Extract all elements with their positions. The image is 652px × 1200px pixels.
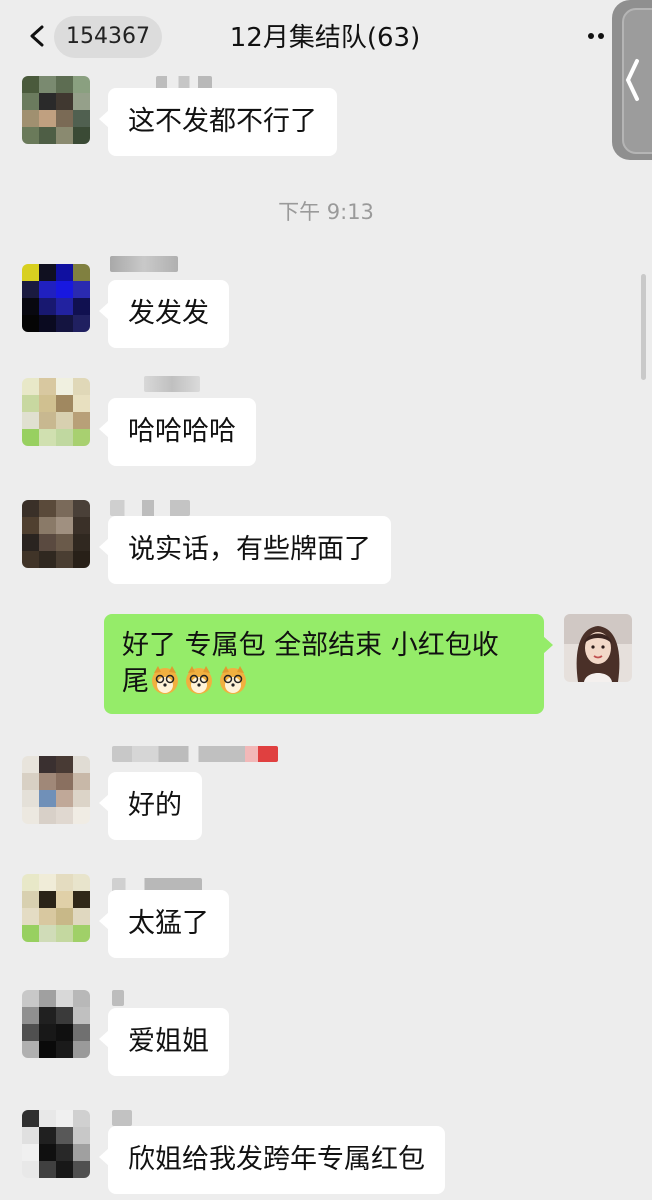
scrollbar[interactable] [641, 274, 646, 380]
message-bubble[interactable]: 发发发 [99, 280, 229, 348]
message-bubble-outgoing[interactable]: 好了 专属包 全部结束 小红包收 尾 [104, 614, 553, 714]
unread-count-badge[interactable]: 154367 [54, 16, 162, 58]
avatar[interactable] [22, 378, 90, 446]
avatar[interactable] [22, 500, 90, 568]
more-options-icon[interactable] [586, 26, 610, 46]
avatar[interactable] [22, 1110, 90, 1178]
sender-name-blurred [110, 500, 190, 516]
sender-name-blurred [112, 1110, 132, 1126]
chat-title: 12月集结队(63) [229, 23, 421, 53]
sender-name-blurred [112, 990, 124, 1006]
message-bubble[interactable]: 这不发都不行了 [99, 88, 337, 156]
message-text: 尾 [122, 666, 149, 697]
doge-emoji-icon [186, 666, 212, 694]
message-bubble[interactable]: 爱姐姐 [99, 1008, 229, 1076]
my-avatar[interactable] [564, 614, 632, 682]
doge-emoji-icon [220, 666, 246, 694]
message-bubble[interactable]: 哈哈哈哈 [99, 398, 256, 466]
avatar[interactable] [22, 756, 90, 824]
sender-name-blurred [112, 746, 278, 762]
doge-emoji-icon [152, 666, 178, 694]
message-bubble[interactable]: 欣姐给我发跨年专属红包 [99, 1126, 445, 1194]
chat-header: 154367 12月集结队(63) [0, 0, 652, 74]
avatar[interactable] [22, 76, 90, 144]
sender-name-blurred [144, 376, 200, 392]
avatar[interactable] [22, 874, 90, 942]
message-bubble[interactable]: 好的 [99, 772, 202, 840]
message-text: 好了 专属包 全部结束 小红包收 [122, 630, 499, 661]
back-arrow-icon[interactable] [26, 24, 48, 48]
message-timestamp: 下午 9:13 [278, 200, 374, 224]
message-bubble[interactable]: 说实话，有些牌面了 [99, 516, 391, 584]
avatar[interactable] [22, 990, 90, 1058]
avatar[interactable] [22, 264, 90, 332]
sender-name-blurred [110, 256, 178, 272]
message-bubble[interactable]: 太猛了 [99, 890, 229, 958]
